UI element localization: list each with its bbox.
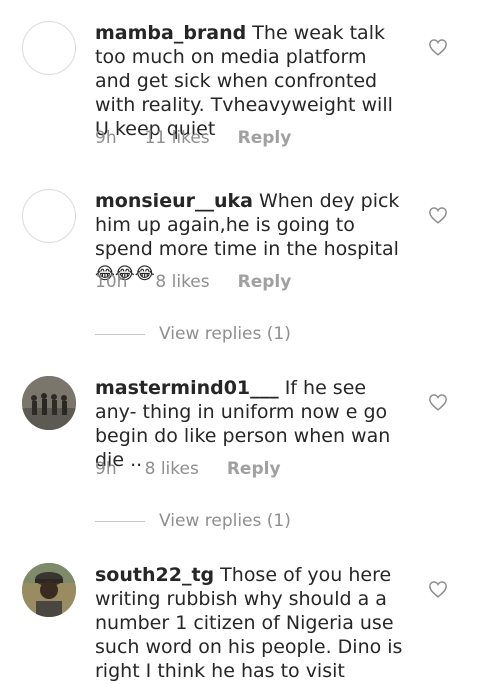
reply-button[interactable]: Reply <box>227 459 281 479</box>
heart-icon[interactable] <box>428 38 448 56</box>
view-replies-button[interactable]: View replies (1) <box>95 511 291 531</box>
comment-username[interactable]: mamba_brand <box>95 22 246 44</box>
view-replies-label: View replies (1) <box>159 511 291 531</box>
avatar[interactable] <box>22 563 76 617</box>
comment-username[interactable]: south22_tg <box>95 564 214 586</box>
comment-likes[interactable]: 11 likes <box>145 128 210 148</box>
heart-icon[interactable] <box>428 393 448 411</box>
comment-time: 10h <box>95 272 128 292</box>
view-replies-label: View replies (1) <box>159 324 291 344</box>
comment-time: 9h <box>95 459 117 479</box>
comment-text: mamba_brand The weak talk too much on me… <box>95 21 407 141</box>
comment-text: south22_tg Those of you here writing rub… <box>95 563 407 683</box>
comment-likes[interactable]: 8 likes <box>155 272 209 292</box>
avatar[interactable] <box>22 376 76 430</box>
reply-button[interactable]: Reply <box>238 128 292 148</box>
heart-icon[interactable] <box>428 206 448 224</box>
comment-text: mastermind01___ If he see any- thing in … <box>95 376 407 472</box>
comment-username[interactable]: monsieur__uka <box>95 190 253 212</box>
comment-meta: 10h 8 likes Reply <box>95 272 291 292</box>
view-replies-button[interactable]: View replies (1) <box>95 324 291 344</box>
heart-icon[interactable] <box>428 580 448 598</box>
comment-meta: 9h 8 likes Reply <box>95 459 281 479</box>
man-with-cap-photo-icon <box>22 563 76 617</box>
avatar[interactable] <box>22 189 76 243</box>
comment-likes[interactable]: 8 likes <box>145 459 199 479</box>
avatar[interactable] <box>22 21 76 75</box>
group-photo-icon <box>22 376 76 430</box>
divider-line <box>95 333 145 335</box>
reply-button[interactable]: Reply <box>238 272 292 292</box>
divider-line <box>95 520 145 522</box>
comment-username[interactable]: mastermind01___ <box>95 377 279 399</box>
comment-meta: 9h 11 likes Reply <box>95 128 291 148</box>
comment-time: 9h <box>95 128 117 148</box>
